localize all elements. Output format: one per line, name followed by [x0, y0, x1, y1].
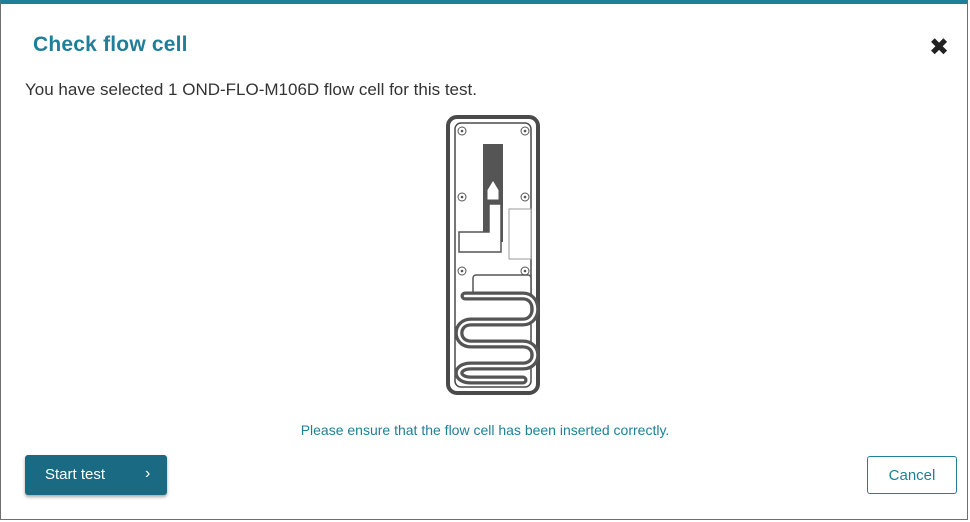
selection-message: You have selected 1 OND-FLO-M106D flow c…: [25, 80, 477, 99]
insertion-hint: Please ensure that the flow cell has bee…: [300, 422, 670, 438]
cancel-button[interactable]: Cancel: [867, 456, 957, 494]
chevron-right-icon: ›: [145, 465, 151, 482]
flow-cell-illustration: [446, 115, 540, 395]
start-test-label: Start test: [45, 466, 106, 483]
check-flow-cell-dialog: Check flow cell ✖ You have selected 1 ON…: [0, 0, 968, 520]
close-icon[interactable]: ✖: [927, 36, 951, 60]
dialog-title: Check flow cell: [33, 33, 188, 56]
start-test-button[interactable]: Start test ›: [25, 455, 167, 495]
